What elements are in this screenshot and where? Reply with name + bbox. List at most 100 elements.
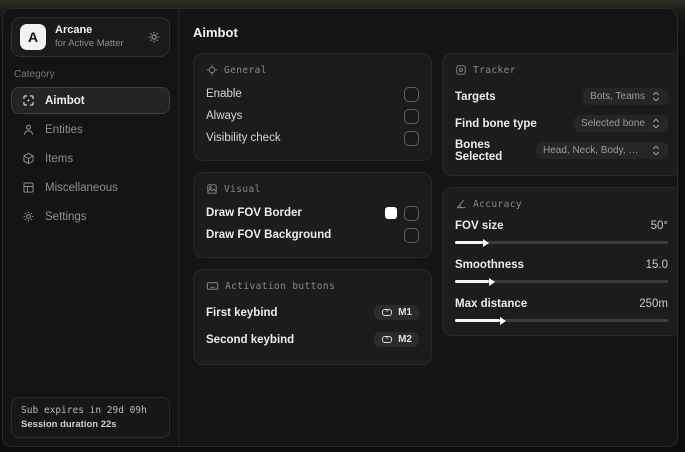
bones-selected-select[interactable]: Head, Neck, Body, Pe... [536, 142, 668, 159]
enable-checkbox[interactable] [404, 86, 419, 102]
session-duration-text: Session duration 22s [21, 419, 117, 430]
brand-card: A Arcane for Active Matter [11, 17, 170, 57]
accuracy-section-header: Accuracy [455, 198, 668, 210]
slider-fov-size: FOV size 50° [455, 217, 668, 247]
accuracy-card: Accuracy FOV size 50° Smoothness 15.0 Ma… [442, 187, 677, 336]
section-title: Activation buttons [225, 280, 336, 292]
section-title: Tracker [473, 64, 516, 76]
setting-row-fov-border: Draw FOV Border [206, 202, 419, 224]
gear-icon[interactable] [147, 30, 161, 44]
image-icon [206, 183, 218, 195]
first-keybind-button[interactable]: M1 [374, 305, 419, 320]
mouse-icon [381, 334, 393, 345]
select-value: Selected bone [581, 118, 645, 129]
slider-label: Smoothness [455, 259, 525, 271]
unfold-icon [651, 91, 661, 102]
slider-smoothness: Smoothness 15.0 [455, 256, 668, 286]
sidebar-item-settings[interactable]: Settings [11, 203, 170, 230]
sidebar-item-entities[interactable]: Entities [11, 116, 170, 143]
crosshair-icon [206, 64, 218, 76]
sidebar-item-label: Settings [45, 210, 87, 223]
activation-section-header: Activation buttons [206, 280, 419, 292]
setting-label: Bones Selected [455, 138, 503, 163]
crosshair-scan-icon [22, 94, 35, 107]
brand-subtitle: for Active Matter [55, 37, 124, 49]
sidebar: A Arcane for Active Matter Category Aimb [3, 9, 179, 446]
second-keybind-button[interactable]: M2 [374, 332, 419, 347]
smoothness-slider[interactable] [455, 277, 668, 286]
layout-grid-icon [22, 181, 35, 194]
slider-value: 15.0 [645, 259, 668, 271]
angle-icon [455, 198, 467, 210]
general-section-header: General [206, 64, 419, 76]
visibility-check-checkbox[interactable] [404, 130, 419, 146]
gear-icon [22, 210, 35, 223]
setting-label: Find bone type [455, 117, 537, 130]
sidebar-item-items[interactable]: Items [11, 145, 170, 172]
visual-card: Visual Draw FOV Border Draw FOV Backgrou… [193, 172, 432, 258]
brand-logo: A [20, 24, 46, 50]
general-card: General Enable Always Visibility check [193, 53, 432, 161]
brand-text: Arcane for Active Matter [55, 24, 138, 50]
setting-label: Draw FOV Border [206, 207, 302, 219]
section-title: Accuracy [473, 198, 522, 210]
person-icon [22, 123, 35, 136]
sidebar-item-miscellaneous[interactable]: Miscellaneous [11, 174, 170, 201]
keybind-row-first: First keybind M1 [206, 299, 419, 326]
tracker-row-bone-type: Find bone type Selected bone [455, 110, 668, 137]
slider-fill [455, 316, 506, 325]
mouse-icon [381, 307, 393, 318]
setting-label: Enable [206, 88, 242, 100]
slider-thumb[interactable] [482, 238, 489, 247]
tracker-section-header: Tracker [455, 64, 668, 76]
setting-label: Second keybind [206, 333, 295, 346]
left-column: General Enable Always Visibility check V… [193, 53, 432, 376]
setting-row-visibility-check: Visibility check [206, 127, 419, 149]
page-title: Aimbot [193, 25, 238, 40]
brand-name: Arcane [55, 24, 93, 37]
sidebar-item-label: Aimbot [45, 94, 85, 107]
setting-label: First keybind [206, 306, 278, 319]
slider-thumb[interactable] [489, 277, 496, 286]
section-title: General [224, 64, 267, 76]
targets-select[interactable]: Bots, Teams [583, 88, 668, 105]
always-checkbox[interactable] [404, 108, 419, 124]
slider-fill [455, 238, 489, 247]
cube-icon [22, 152, 35, 165]
setting-row-enable: Enable [206, 83, 419, 105]
setting-label: Always [206, 110, 243, 122]
section-title: Visual [224, 183, 261, 195]
slider-label: FOV size [455, 220, 504, 232]
sidebar-item-label: Miscellaneous [45, 181, 118, 194]
slider-thumb[interactable] [499, 316, 506, 325]
slider-max-distance: Max distance 250m [455, 295, 668, 325]
setting-row-fov-background: Draw FOV Background [206, 224, 419, 246]
sub-expiry-text: Sub expires in 29d 09h [21, 405, 147, 416]
fov-border-checkbox[interactable] [404, 205, 419, 221]
tracker-card: Tracker Targets Bots, Teams Find bone ty… [442, 53, 677, 176]
slider-value: 250m [639, 298, 668, 310]
sidebar-item-aimbot[interactable]: Aimbot [11, 87, 170, 114]
setting-label: Visibility check [206, 132, 281, 144]
max-distance-slider[interactable] [455, 316, 668, 325]
keybind-row-second: Second keybind M2 [206, 326, 419, 353]
subscription-info-card: Sub expires in 29d 09h Session duration … [11, 397, 170, 438]
activation-card: Activation buttons First keybind M1 Seco… [193, 269, 432, 365]
slider-fill [455, 277, 496, 286]
keyboard-icon [206, 280, 219, 292]
sidebar-item-label: Items [45, 152, 74, 165]
select-value: Bots, Teams [590, 91, 645, 102]
color-swatch[interactable] [385, 207, 397, 219]
visual-section-header: Visual [206, 183, 419, 195]
setting-label: Targets [455, 90, 496, 103]
fov-size-slider[interactable] [455, 238, 668, 247]
setting-row-always: Always [206, 105, 419, 127]
right-column: Tracker Targets Bots, Teams Find bone ty… [442, 53, 677, 347]
setting-label: Draw FOV Background [206, 229, 332, 241]
sidebar-item-label: Entities [45, 123, 83, 136]
unfold-icon [651, 145, 661, 156]
bone-type-select[interactable]: Selected bone [574, 115, 668, 132]
tracker-row-bones-selected: Bones Selected Head, Neck, Body, Pe... [455, 137, 668, 164]
main-panel: Aimbot General Enable Always Visibility … [179, 9, 677, 446]
fov-background-checkbox[interactable] [404, 227, 419, 243]
